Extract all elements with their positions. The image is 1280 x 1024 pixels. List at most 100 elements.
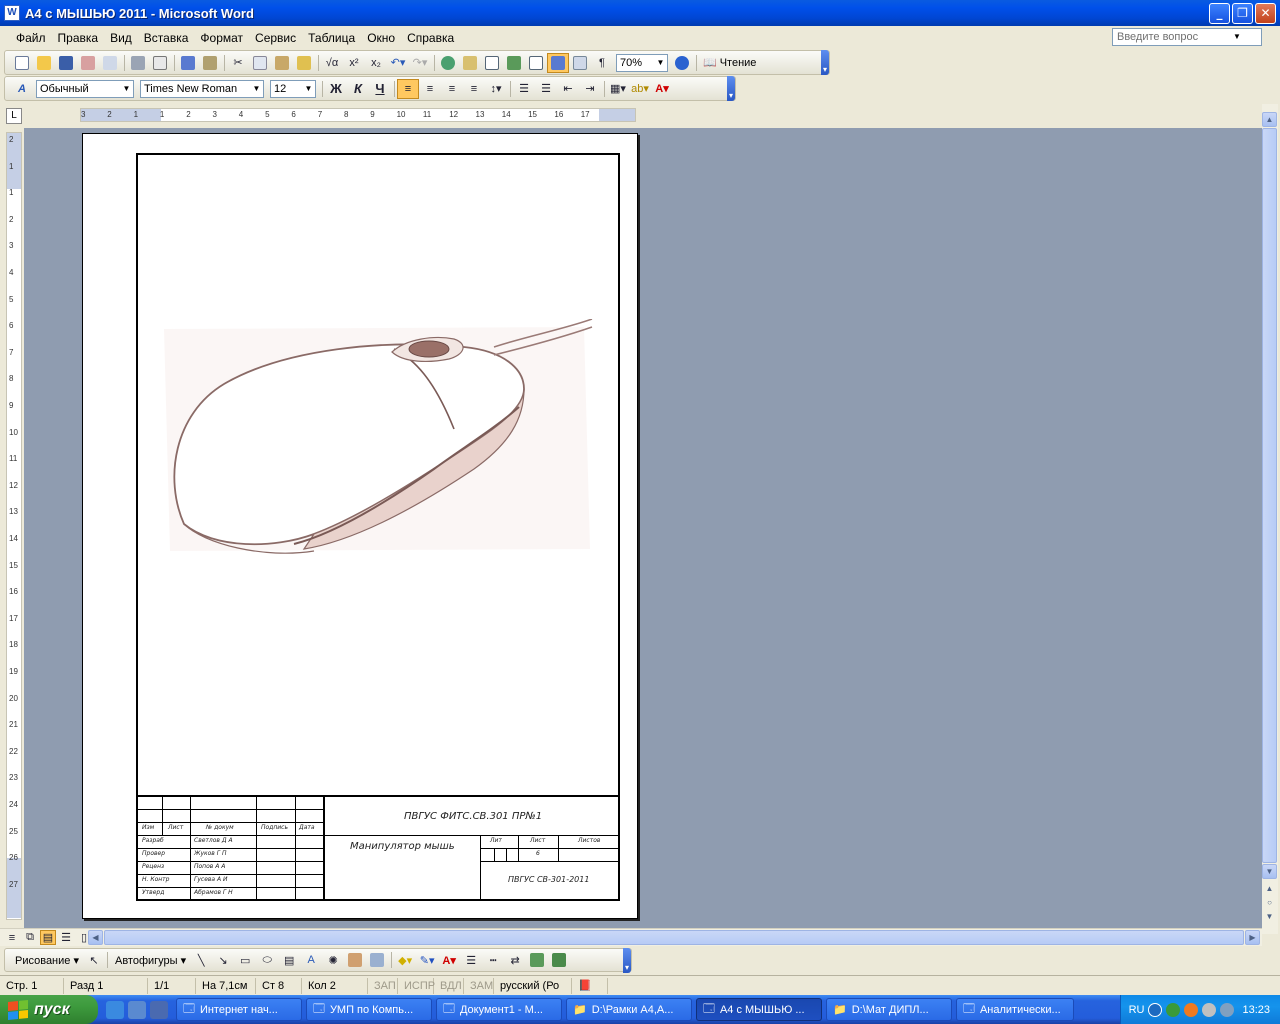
menu-insert[interactable]: Вставка — [138, 28, 195, 48]
align-right-icon[interactable]: ≡ — [441, 79, 463, 99]
toolbar-options-icon[interactable]: ▾ — [727, 76, 735, 101]
3d-icon[interactable] — [548, 950, 570, 970]
arrow-style-icon[interactable]: ⇄ — [504, 950, 526, 970]
status-ext[interactable]: ВДЛ — [434, 977, 464, 994]
close-button[interactable]: ✕ — [1255, 3, 1276, 24]
picture-icon[interactable] — [366, 950, 388, 970]
print-layout-icon[interactable]: ▤ — [40, 930, 56, 945]
outline-view-icon[interactable]: ☰ — [58, 930, 74, 945]
new-icon[interactable] — [11, 53, 33, 73]
italic-button[interactable]: К — [347, 79, 369, 99]
tray-volume-icon[interactable] — [1202, 1002, 1217, 1017]
task-ump[interactable]: 🗔 УМП по Компь... — [306, 998, 432, 1021]
task-internet[interactable]: 🗔 Интернет нач... — [176, 998, 302, 1021]
cut-icon[interactable]: ✂ — [227, 53, 249, 73]
title-bar[interactable]: W А4 с МЫШЬЮ 2011 - Microsoft Word _ ❐ ✕ — [0, 0, 1280, 26]
research-icon[interactable] — [199, 53, 221, 73]
minimize-button[interactable]: _ — [1209, 3, 1230, 24]
task-frames-folder[interactable]: 📁 D:\Рамки А4,А... — [566, 998, 692, 1021]
numbering-icon[interactable]: ☰ — [513, 79, 535, 99]
font-select[interactable]: Times New Roman ▼ — [140, 79, 264, 98]
tray-safe-remove-icon[interactable] — [1220, 1002, 1235, 1017]
columns-icon[interactable] — [525, 53, 547, 73]
vertical-ruler[interactable]: 2 1 1 2 3 4 5 6 7 8 9 10 11 12 13 14 15 16 17 18 19 20 21 22 23 2… — [6, 132, 22, 920]
task-document1[interactable]: 🗔 Документ1 - М... — [436, 998, 562, 1021]
hyperlink-icon[interactable] — [437, 53, 459, 73]
undo-icon[interactable]: ↶▾ — [387, 53, 409, 73]
toolbar-options-icon[interactable]: ▾ — [821, 50, 829, 75]
subscript-icon[interactable]: x₂ — [365, 53, 387, 73]
line-color-icon[interactable]: ✎▾ — [416, 950, 438, 970]
bold-button[interactable]: Ж — [325, 79, 347, 99]
menu-window[interactable]: Окно — [361, 28, 401, 48]
arrow-icon[interactable]: ↘ — [212, 950, 234, 970]
menu-file[interactable]: Файл — [10, 28, 52, 48]
ask-question-input[interactable]: Введите вопрос ▼ — [1112, 28, 1262, 46]
oval-icon[interactable]: ⬭ — [256, 950, 278, 970]
equation-icon[interactable]: √α — [321, 53, 343, 73]
status-ovr[interactable]: ЗАМ — [464, 977, 494, 994]
task-a4-mouse[interactable]: 🗔 А4 с МЫШЬЮ ... — [696, 998, 822, 1021]
wordart-icon[interactable]: A — [300, 950, 322, 970]
decrease-indent-icon[interactable]: ⇤ — [557, 79, 579, 99]
status-trk[interactable]: ИСПР — [398, 977, 435, 994]
start-button[interactable]: пуск — [0, 995, 98, 1024]
ie-icon[interactable] — [106, 1000, 124, 1019]
status-rec[interactable]: ЗАП — [368, 977, 398, 994]
browse-object-icon[interactable]: ○ — [1262, 896, 1277, 911]
prev-page-icon[interactable]: ▲ — [1262, 882, 1277, 897]
zoom-select[interactable]: 70% ▼ — [616, 53, 668, 72]
menu-view[interactable]: Вид — [104, 28, 138, 48]
drawing-toggle-icon[interactable] — [547, 52, 569, 73]
document-page[interactable]: ПВГУС ФИТС.СВ.301 ПР№1 Манипулятор мышь … — [82, 133, 638, 919]
diagram-icon[interactable]: ✺ — [322, 950, 344, 970]
web-view-icon[interactable]: ⧉ — [22, 930, 38, 945]
scroll-right-icon[interactable]: ▶ — [1245, 930, 1260, 945]
menu-table[interactable]: Таблица — [302, 28, 361, 48]
show-formatting-icon[interactable]: ¶ — [591, 53, 613, 73]
save-icon[interactable] — [55, 53, 77, 73]
clock[interactable]: 13:23 — [1242, 1004, 1270, 1016]
align-center-icon[interactable]: ≡ — [419, 79, 441, 99]
highlight-icon[interactable]: ab▾ — [629, 79, 651, 99]
permission-icon[interactable] — [77, 53, 99, 73]
align-left-icon[interactable]: ≡ — [397, 78, 419, 99]
menu-format[interactable]: Формат — [194, 28, 249, 48]
justify-icon[interactable]: ≡ — [463, 79, 485, 99]
tables-borders-icon[interactable] — [459, 53, 481, 73]
shadow-icon[interactable] — [526, 950, 548, 970]
line-style-icon[interactable]: ☰ — [460, 950, 482, 970]
font-size-select[interactable]: 12 ▼ — [270, 79, 316, 98]
tray-arrow-icon[interactable] — [1148, 1002, 1163, 1017]
reading-layout-button[interactable]: 📖 Чтение — [699, 56, 760, 70]
format-painter-icon[interactable] — [293, 53, 315, 73]
menu-help[interactable]: Справка — [401, 28, 460, 48]
horizontal-scrollbar[interactable]: ≡ ⧉ ▤ ☰ ▯ ◀ ▶ — [0, 928, 1262, 946]
print-icon[interactable] — [127, 53, 149, 73]
spelling-status-icon[interactable]: 📕 — [572, 977, 608, 994]
desktop-icon[interactable] — [150, 1000, 168, 1019]
restore-button[interactable]: ❐ — [1232, 3, 1253, 24]
select-objects-icon[interactable]: ↖ — [83, 950, 105, 970]
bullets-icon[interactable]: ☰ — [535, 79, 557, 99]
paste-icon[interactable] — [271, 53, 293, 73]
font-color-icon[interactable]: A▾ — [651, 79, 673, 99]
mouse-illustration[interactable] — [164, 319, 604, 559]
language-indicator[interactable]: RU — [1129, 1004, 1145, 1016]
document-map-icon[interactable] — [569, 53, 591, 73]
task-diploma-folder[interactable]: 📁 D:\Мат ДИПЛ... — [826, 998, 952, 1021]
word-app-icon[interactable]: W — [4, 5, 20, 21]
autoshapes-button[interactable]: Автофигуры ▾ — [111, 954, 190, 967]
copy-icon[interactable] — [249, 53, 271, 73]
spelling-icon[interactable] — [177, 53, 199, 73]
textbox-icon[interactable]: ▤ — [278, 950, 300, 970]
horizontal-ruler[interactable]: 3 2 1 1 2 3 4 5 6 7 8 9 10 11 12 13 14 15 16 17 — [80, 108, 636, 122]
horizontal-scrollbar-thumb[interactable] — [104, 930, 1244, 945]
fill-color-icon[interactable]: ◆▾ — [394, 950, 416, 970]
menu-tools[interactable]: Сервис — [249, 28, 302, 48]
help-icon[interactable] — [671, 53, 693, 73]
underline-button[interactable]: Ч — [369, 79, 391, 99]
styles-formatting-icon[interactable]: A — [11, 79, 33, 99]
vertical-scrollbar[interactable]: ▲ ▼ ▲ ○ ▼ — [1262, 104, 1278, 934]
superscript-icon[interactable]: x² — [343, 53, 365, 73]
